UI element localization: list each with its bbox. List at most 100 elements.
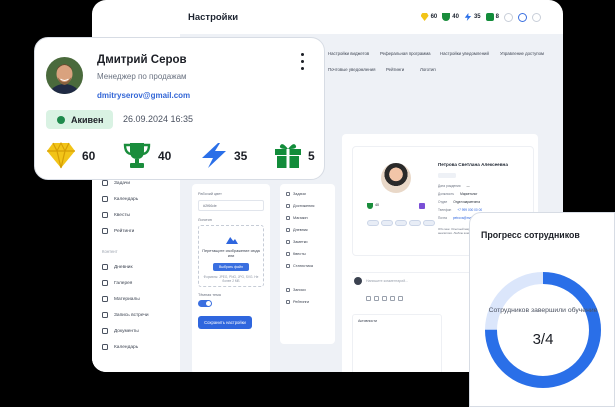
screen: Настройки 60 40 35 8 Задачи Календарь Кв… bbox=[0, 0, 615, 407]
header-bolts[interactable]: 35 bbox=[464, 13, 481, 21]
feed-title: Активности bbox=[358, 319, 378, 323]
employee-trophies: 40 bbox=[375, 203, 379, 207]
diary-icon bbox=[286, 228, 290, 232]
upload-label: Логотип bbox=[198, 218, 212, 222]
materials-icon bbox=[102, 296, 108, 302]
employee-tag bbox=[438, 173, 456, 178]
comment-placeholder: Напишите комментарий... bbox=[366, 279, 409, 283]
mention-icon[interactable] bbox=[390, 296, 395, 301]
tab-ratings[interactable]: Рейтинги bbox=[386, 67, 404, 72]
employee-row: Должность Маркетолог bbox=[438, 192, 478, 196]
gift-icon bbox=[485, 13, 494, 21]
toggle-label: Тёмная тема bbox=[198, 293, 221, 297]
menu-item-notes[interactable]: Заметки bbox=[286, 240, 308, 244]
user-name: Дмитрий Серов bbox=[97, 54, 187, 66]
tab-mail[interactable]: Почтовые уведомления bbox=[328, 67, 375, 72]
employee-progress-card: Прогресс сотрудников Сотрудников заверши… bbox=[469, 212, 615, 407]
sidebar-item-tasks[interactable]: Задачи bbox=[102, 180, 130, 186]
sidebar-item-materials[interactable]: Материалы bbox=[102, 296, 140, 302]
emoji-icon[interactable] bbox=[382, 296, 387, 301]
image-icon bbox=[226, 237, 238, 244]
tab-widgets[interactable]: Настройки виджетов bbox=[328, 51, 369, 56]
employee-row: Дата рождения — bbox=[438, 184, 470, 188]
choose-file-button[interactable]: Выбрать файл bbox=[213, 263, 249, 271]
status-badge: Акивен bbox=[46, 110, 113, 129]
bolt-icon bbox=[464, 13, 472, 21]
gift-icon bbox=[275, 144, 301, 168]
settings-form: Рабочий цвет #2f66de Логотип Перетащите … bbox=[192, 184, 270, 372]
stat-gifts: 5 bbox=[274, 142, 315, 169]
avatar bbox=[354, 277, 362, 285]
last-seen-date: 26.09.2024 16:35 bbox=[123, 114, 194, 124]
gallery-icon bbox=[102, 280, 108, 286]
header-gems[interactable]: 60 bbox=[420, 13, 437, 21]
sidebar-item-gallery[interactable]: Галерея bbox=[102, 280, 132, 286]
tab-referral[interactable]: Реферальная программа bbox=[380, 51, 431, 56]
link-icon[interactable] bbox=[398, 296, 403, 301]
settings-icon[interactable] bbox=[518, 12, 527, 22]
records-icon bbox=[286, 288, 290, 292]
progress-caption: Сотрудников завершили обучение bbox=[488, 307, 598, 314]
trophy-icon bbox=[123, 143, 151, 168]
menu-item-achievements[interactable]: Достижения bbox=[286, 204, 314, 208]
sidebar-item-diary[interactable]: Дневник bbox=[102, 264, 133, 270]
tab-logo[interactable]: Логотип bbox=[420, 67, 436, 72]
dark-theme-toggle[interactable] bbox=[198, 300, 212, 307]
menu-item-ratings[interactable]: Рейтинги bbox=[286, 300, 309, 304]
logo-dropzone[interactable]: Перетащите изображение сюда или Выбрать … bbox=[198, 225, 264, 287]
calendar-icon bbox=[102, 196, 108, 202]
sidebar-item-meeting[interactable]: Запись встречи bbox=[102, 312, 149, 318]
tab-access[interactable]: Управление доступом bbox=[500, 51, 544, 56]
badge-chip[interactable] bbox=[381, 220, 393, 226]
quests-icon bbox=[286, 252, 290, 256]
sidebar-item-documents[interactable]: Документы bbox=[102, 328, 139, 334]
employee-menu: Задачи Достижения Магазин Дневник Заметк… bbox=[280, 184, 335, 344]
badge-chip[interactable] bbox=[395, 220, 407, 226]
badge-chip[interactable] bbox=[423, 220, 435, 226]
notification-icon[interactable] bbox=[504, 12, 513, 22]
avatar bbox=[46, 57, 83, 94]
save-settings-button[interactable]: Сохранить настройки bbox=[198, 316, 252, 329]
attach-icon[interactable] bbox=[366, 296, 371, 301]
header-badges: 60 40 35 8 bbox=[420, 12, 541, 22]
user-role: Менеджер по продажам bbox=[97, 72, 187, 81]
sidebar-item-quests[interactable]: Квесты bbox=[102, 212, 130, 218]
status-dot-icon bbox=[57, 115, 65, 124]
trophy-icon bbox=[367, 203, 373, 209]
gem-icon bbox=[420, 13, 429, 21]
header-gifts[interactable]: 8 bbox=[485, 13, 499, 21]
stats-icon bbox=[286, 264, 290, 268]
menu-item-tasks[interactable]: Задачи bbox=[286, 192, 306, 196]
sidebar-section-content: Контент bbox=[102, 249, 118, 254]
menu-item-stats[interactable]: Статистика bbox=[286, 264, 313, 268]
user-email[interactable]: dmitryserov@gmail.com bbox=[97, 91, 190, 100]
color-field[interactable]: #2f66de bbox=[198, 200, 264, 211]
image-icon[interactable] bbox=[374, 296, 379, 301]
menu-item-records[interactable]: Записи bbox=[286, 288, 306, 292]
trophy-icon bbox=[442, 13, 451, 21]
employee-name: Петрова Светлана Алексеевна bbox=[438, 162, 508, 167]
achievements-icon bbox=[286, 204, 290, 208]
tasks-icon bbox=[102, 180, 108, 186]
employee-row: Отдел Отдел маркетинга bbox=[438, 200, 481, 204]
notes-icon bbox=[286, 240, 290, 244]
menu-item-diary[interactable]: Дневник bbox=[286, 228, 308, 232]
stat-gems: 60 bbox=[46, 142, 95, 169]
progress-title: Прогресс сотрудников bbox=[481, 230, 580, 240]
sidebar-item-calendar[interactable]: Календарь bbox=[102, 196, 138, 202]
help-icon[interactable] bbox=[532, 12, 541, 22]
header-trophies[interactable]: 40 bbox=[442, 13, 459, 21]
gift-icon bbox=[419, 203, 425, 209]
menu-item-quests[interactable]: Квесты bbox=[286, 252, 306, 256]
badge-chip[interactable] bbox=[409, 220, 421, 226]
tasks-icon bbox=[286, 192, 290, 196]
sidebar-item-ratings[interactable]: Рейтинги bbox=[102, 228, 134, 234]
menu-item-shop[interactable]: Магазин bbox=[286, 216, 308, 220]
badge-chip[interactable] bbox=[367, 220, 379, 226]
sidebar-item-calendar-2[interactable]: Календарь bbox=[102, 344, 138, 350]
employee-row: Телефон +7 999 000 00 00 bbox=[438, 208, 483, 212]
shop-icon bbox=[286, 216, 290, 220]
more-menu-icon[interactable] bbox=[299, 52, 305, 72]
quests-icon bbox=[102, 212, 108, 218]
tab-notifications[interactable]: Настройки уведомлений bbox=[440, 51, 489, 56]
